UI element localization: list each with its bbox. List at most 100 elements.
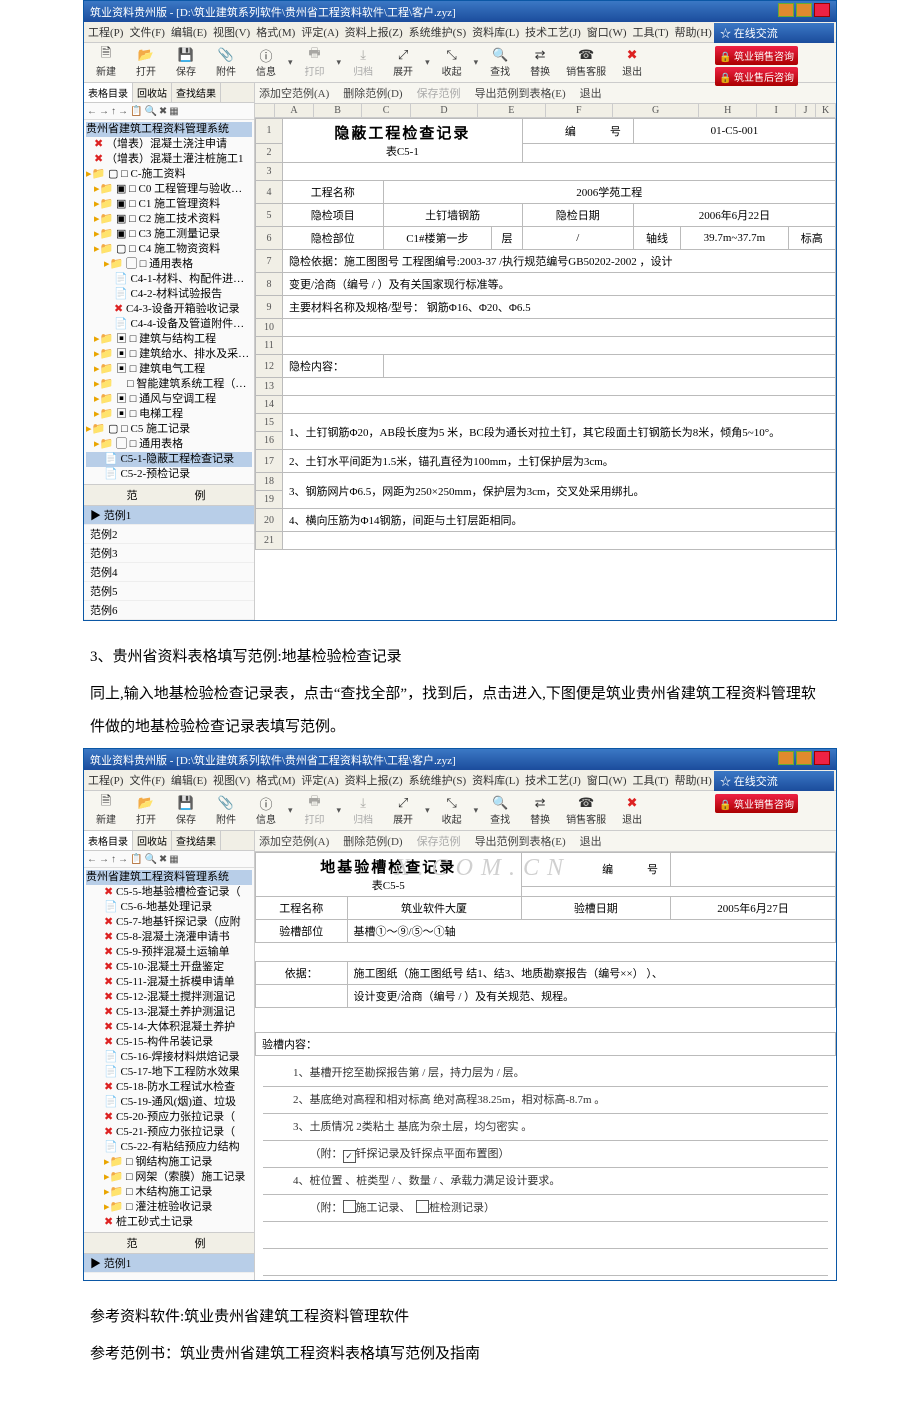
- tree-node[interactable]: ✖ C5-7-地基钎探记录（应附: [86, 915, 252, 930]
- toolbar-button[interactable]: ⤓归档: [345, 45, 381, 80]
- tree-node[interactable]: ▸📁 ▣ □ C1 施工管理资料: [86, 197, 252, 212]
- example-row[interactable]: ▶ 范例1: [84, 506, 254, 525]
- online-chat-bar[interactable]: ☆ 在线交流: [714, 771, 834, 791]
- menu-item[interactable]: 视图(V): [213, 772, 250, 788]
- toolbar-button[interactable]: 🔍查找: [482, 793, 518, 828]
- toolbar-button[interactable]: 💾保存: [168, 45, 204, 80]
- menu-item[interactable]: 帮助(H): [675, 772, 712, 788]
- tab-forms-dir[interactable]: 表格目录: [84, 83, 133, 102]
- example-row[interactable]: 范例3: [84, 544, 254, 563]
- toolbar-button[interactable]: 💾保存: [168, 793, 204, 828]
- tree-node[interactable]: ▸📁 ▣ □ C0 工程管理与验收资料: [86, 182, 252, 197]
- tree-node[interactable]: 📄 C5-2-预检记录: [86, 467, 252, 482]
- toolbar-button[interactable]: ⇄替换: [522, 793, 558, 828]
- tree-node[interactable]: ▸📁 ▣ □ 通风与空调工程: [86, 392, 252, 407]
- menu-item[interactable]: 工程(P): [88, 772, 123, 788]
- left-tabs[interactable]: 表格目录 回收站 查找结果: [84, 831, 254, 851]
- tree-node[interactable]: ✖ C5-18-防水工程试水检查: [86, 1080, 252, 1095]
- tree-node[interactable]: ▸📁 ▣ □ 电梯工程: [86, 407, 252, 422]
- menu-item[interactable]: 文件(F): [129, 24, 164, 40]
- export-example[interactable]: 导出范例到表格(E): [475, 85, 566, 101]
- window-buttons[interactable]: [776, 3, 830, 20]
- tree-node[interactable]: ▸📁 ▢ □ C4 施工物资资料: [86, 242, 252, 257]
- tree-node[interactable]: ▸📁 □ 木结构施工记录: [86, 1185, 252, 1200]
- tree-node[interactable]: ✖ 桩工砂式土记录: [86, 1215, 252, 1230]
- toolbar-button[interactable]: ☎销售客服: [562, 45, 610, 80]
- tree-node[interactable]: 贵州省建筑工程资料管理系统: [86, 870, 252, 885]
- toolbar-button[interactable]: ⓘ信息: [248, 793, 284, 828]
- tree-node[interactable]: ✖ C5-11-混凝土拆模申请单: [86, 975, 252, 990]
- tree-node[interactable]: ✖ （增表）混凝土浇注申请: [86, 137, 252, 152]
- tree-toolbar[interactable]: ←→↑→📋🔍✖▦: [84, 851, 254, 868]
- toolbar-button[interactable]: 🔍查找: [482, 45, 518, 80]
- toolbar-button[interactable]: ⓘ信息: [248, 45, 284, 80]
- tree-node[interactable]: ▸📁 ▣ □ 建筑电气工程: [86, 362, 252, 377]
- form-tree[interactable]: 贵州省建筑工程资料管理系统✖ C5-5-地基验槽检查记录（📄 C5-6-地基处理…: [84, 868, 254, 1232]
- toolbar-button[interactable]: ⤡收起: [434, 793, 470, 828]
- menu-item[interactable]: 视图(V): [213, 24, 250, 40]
- toolbar-button[interactable]: 📂打开: [128, 793, 164, 828]
- tree-node[interactable]: ▸📁 ▢ □ C-施工资料: [86, 167, 252, 182]
- menu-item[interactable]: 窗口(W): [587, 772, 627, 788]
- tab-recycle[interactable]: 回收站: [133, 83, 172, 102]
- toolbar-button[interactable]: 📂打开: [128, 45, 164, 80]
- toolbar-button[interactable]: ✖退出: [614, 45, 650, 80]
- menu-item[interactable]: 技术工艺(J): [525, 24, 581, 40]
- toolbar-button[interactable]: 🗎新建: [88, 45, 124, 80]
- tree-node[interactable]: 📄 C5-16-焊接材料烘焙记录: [86, 1050, 252, 1065]
- tree-node[interactable]: ✖ C5-21-预应力张拉记录（: [86, 1125, 252, 1140]
- menu-item[interactable]: 评定(A): [301, 24, 338, 40]
- tree-node[interactable]: ✖ C5-14-大体积混凝土养护: [86, 1020, 252, 1035]
- tree-node[interactable]: 📄 C5-6-地基处理记录: [86, 900, 252, 915]
- tree-toolbar[interactable]: ←→↑→📋🔍✖▦: [84, 103, 254, 120]
- menu-item[interactable]: 评定(A): [301, 772, 338, 788]
- tree-node[interactable]: ▸📁 □ 网架（索膜）施工记录: [86, 1170, 252, 1185]
- toolbar-button[interactable]: ✖退出: [614, 793, 650, 828]
- tree-node[interactable]: ✖ C4-3-设备开箱验收记录: [86, 302, 252, 317]
- menu-item[interactable]: 工具(T): [633, 24, 669, 40]
- menu-item[interactable]: 系统维护(S): [409, 772, 466, 788]
- tab-search-results[interactable]: 查找结果: [172, 83, 221, 102]
- toolbar-button[interactable]: ⤢展开: [385, 793, 421, 828]
- sub-toolbar[interactable]: 添加空范例(A) 删除范例(D) 保存范例 导出范例到表格(E) 退出: [255, 831, 836, 852]
- tree-node[interactable]: 📄 C5-19-通风(烟)道、垃圾: [86, 1095, 252, 1110]
- tree-node[interactable]: ▸📁 □ 钢结构施工记录: [86, 1155, 252, 1170]
- toolbar-button[interactable]: 📎附件: [208, 45, 244, 80]
- menu-item[interactable]: 编辑(E): [171, 772, 207, 788]
- menu-item[interactable]: 窗口(W): [587, 24, 627, 40]
- toolbar-button[interactable]: ⤡收起: [434, 45, 470, 80]
- menu-item[interactable]: 帮助(H): [675, 24, 712, 40]
- menu-item[interactable]: 格式(M): [256, 24, 295, 40]
- toolbar-button[interactable]: 📎附件: [208, 793, 244, 828]
- example-row[interactable]: 范例6: [84, 601, 254, 620]
- tree-node[interactable]: ▸📁 □ 灌注桩验收记录: [86, 1200, 252, 1215]
- menu-item[interactable]: 资料库(L): [472, 24, 519, 40]
- tree-node[interactable]: ✖ C5-15-构件吊装记录: [86, 1035, 252, 1050]
- tree-node[interactable]: 📄 C5-17-地下工程防水效果: [86, 1065, 252, 1080]
- toolbar-button[interactable]: ⤓归档: [345, 793, 381, 828]
- tree-node[interactable]: ▸📁 ▢ □ 通用表格: [86, 437, 252, 452]
- tree-node[interactable]: 📄 C4-1-材料、构配件进场…: [86, 272, 252, 287]
- sales-consult-button[interactable]: 🔒 筑业销售咨询: [715, 794, 798, 813]
- sales-consult-button[interactable]: 🔒 筑业销售咨询: [715, 46, 798, 65]
- toolbar-button[interactable]: ☎销售客服: [562, 793, 610, 828]
- menu-item[interactable]: 工具(T): [633, 772, 669, 788]
- menu-item[interactable]: 资料库(L): [472, 772, 519, 788]
- tree-node[interactable]: 📄 C5-1-隐蔽工程检查记录: [86, 452, 252, 467]
- tree-node[interactable]: 📄 C4-4-设备及管道附件试…: [86, 317, 252, 332]
- add-empty-example[interactable]: 添加空范例(A): [259, 85, 329, 101]
- toolbar-button[interactable]: 🗎新建: [88, 793, 124, 828]
- tree-node[interactable]: ✖ C5-20-预应力张拉记录（: [86, 1110, 252, 1125]
- menu-item[interactable]: 工程(P): [88, 24, 123, 40]
- delete-example[interactable]: 删除范例(D): [343, 85, 402, 101]
- toolbar-button[interactable]: 🖶打印: [297, 793, 333, 828]
- menu-item[interactable]: 技术工艺(J): [525, 772, 581, 788]
- tree-node[interactable]: ▸📁 ▣ □ 建筑与结构工程: [86, 332, 252, 347]
- left-tabs[interactable]: 表格目录 回收站 查找结果: [84, 83, 254, 103]
- menu-item[interactable]: 编辑(E): [171, 24, 207, 40]
- tree-node[interactable]: 📄 C5-22-有粘结预应力结构: [86, 1140, 252, 1155]
- tree-node[interactable]: 📄 C4-2-材料试验报告: [86, 287, 252, 302]
- tree-node[interactable]: ▸📁 ▢ □ C5 施工记录: [86, 422, 252, 437]
- tree-node[interactable]: ✖ C5-13-混凝土养护测温记: [86, 1005, 252, 1020]
- tree-node[interactable]: ✖ C5-10-混凝土开盘鉴定: [86, 960, 252, 975]
